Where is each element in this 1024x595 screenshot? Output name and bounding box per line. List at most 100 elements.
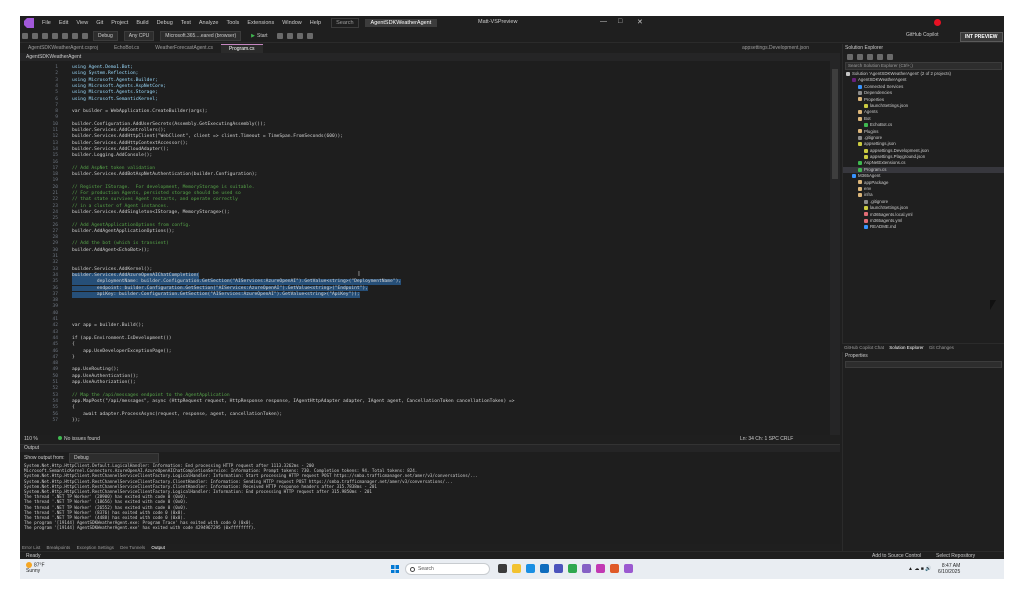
code-line[interactable]: 1 using Agent.Demo1.Bot; [20, 65, 830, 71]
code-line[interactable]: 51 app.UseAuthorization(); [20, 380, 830, 386]
menu-window[interactable]: Window [278, 20, 306, 26]
code-text[interactable]: // that state survives Agent restarts, a… [72, 197, 238, 203]
menu-project[interactable]: Project [107, 20, 132, 26]
code-line[interactable]: 9 [20, 115, 830, 121]
weather-widget[interactable]: 87°F Sunny [26, 562, 45, 574]
code-text[interactable]: }); [72, 418, 80, 424]
hot-reload-icon[interactable] [276, 33, 283, 39]
code-line[interactable]: 52 [20, 386, 830, 392]
code-line[interactable]: 3 using Microsoft.Agents.Builder; [20, 78, 830, 84]
code-text[interactable]: using Microsoft.Agents.Builder; [72, 78, 158, 84]
tab-solution-explorer[interactable]: Solution Explorer [889, 345, 923, 350]
code-line[interactable]: 21 // For production Agents, persisted st… [20, 191, 830, 197]
code-editor[interactable]: I 1 using Agent.Demo1.Bot; 2 using System.R… [20, 61, 830, 435]
code-text[interactable]: builder.Services.AddAzureOpenAIChatCompl… [72, 272, 200, 279]
collapse-all-icon[interactable] [867, 53, 873, 60]
code-line[interactable]: 35 deploymentName: builder.Configuration… [20, 279, 830, 285]
code-line[interactable]: 33 builder.Services.AddKernel(); [20, 267, 830, 273]
code-text[interactable]: } [72, 355, 75, 361]
menu-extensions[interactable]: Extensions [243, 20, 278, 26]
editor-scrollbar[interactable] [830, 61, 840, 435]
tab-git-changes[interactable]: Git Changes [929, 345, 954, 350]
code-text[interactable]: // Add AgentApplicationOptions from conf… [72, 223, 191, 229]
code-text[interactable]: builder.Services.AddSingleton<IStorage, … [72, 210, 230, 216]
bookmark-icon[interactable] [306, 33, 313, 39]
code-line[interactable]: 50 app.UseAuthentication(); [20, 374, 830, 380]
back-icon[interactable] [22, 33, 28, 39]
code-line[interactable]: 39 [20, 304, 830, 310]
tree-item[interactable]: README.md [843, 224, 1004, 230]
code-text[interactable]: using Microsoft.Agents.AspNetCore; [72, 84, 166, 90]
tab-error-list[interactable]: Error List [22, 545, 40, 550]
tab-copilot-chat[interactable]: GitHub Copilot Chat [844, 345, 884, 350]
code-line[interactable]: 25 [20, 216, 830, 222]
code-line[interactable]: 55 { [20, 405, 830, 411]
tab-csproj[interactable]: AgentSDKWeatherAgent.csproj [20, 44, 106, 53]
code-line[interactable]: 2 using System.Reflection; [20, 71, 830, 77]
menu-build[interactable]: Build [132, 20, 152, 26]
tab-weather-forecast-agent[interactable]: WeatherForecastAgent.cs [147, 44, 221, 53]
solution-search-input[interactable]: Search Solution Explorer (Ctrl+;) [845, 62, 1002, 70]
code-text[interactable]: builder.AddAgentApplicationOptions(); [72, 229, 174, 235]
code-line[interactable]: 5 using Microsoft.Agents.Storage; [20, 90, 830, 96]
code-text[interactable]: apiKey: builder.Configuration.GetSection… [72, 291, 360, 298]
tab-appsettings-development[interactable]: appsettings.Development.json [742, 45, 809, 51]
code-text[interactable]: // Add AspNet token validation [72, 166, 155, 172]
taskbar-search[interactable]: Search [405, 563, 490, 575]
cursor-position[interactable]: Ln: 34 Ch: 1 SPC CRLF [740, 435, 793, 443]
code-line[interactable]: 18 builder.Services.AddBotAspNetAuthentic… [20, 172, 830, 178]
chrome-icon[interactable] [568, 564, 577, 573]
code-line[interactable]: 12 builder.Services.AddHttpClient("WebCli… [20, 134, 830, 140]
outlook-icon[interactable] [540, 564, 549, 573]
save-icon[interactable] [52, 33, 58, 39]
code-text[interactable]: builder.Services.AddKernel(); [72, 267, 152, 273]
code-line[interactable]: 45 { [20, 342, 830, 348]
diagnostics-icon[interactable] [286, 33, 293, 39]
code-line[interactable]: 57}); [20, 418, 830, 424]
code-text[interactable]: builder.Services.AddHttpContextAccessor(… [72, 141, 188, 147]
code-text[interactable]: // in a cluster of Agent instances. [72, 204, 169, 210]
code-text[interactable]: builder.AddAgent<EchoBot>(); [72, 248, 149, 254]
menu-view[interactable]: View [72, 20, 92, 26]
configuration-dropdown[interactable]: Debug [93, 31, 118, 41]
code-line[interactable]: 20 // Register IStorage. For development,… [20, 185, 830, 191]
code-line[interactable]: 40 [20, 311, 830, 317]
code-text[interactable]: await adapter.ProcessAsync(request, resp… [72, 412, 282, 418]
code-text[interactable]: builder.Services.AddControllers(); [72, 128, 166, 134]
menu-file[interactable]: File [38, 20, 55, 26]
code-line[interactable]: 16 [20, 160, 830, 166]
windows-start-icon[interactable] [391, 565, 399, 573]
code-line[interactable]: 38 [20, 298, 830, 304]
platform-dropdown[interactable]: Any CPU [123, 31, 155, 41]
code-text[interactable]: using Microsoft.Agents.Storage; [72, 90, 158, 96]
code-line[interactable]: 4 using Microsoft.Agents.AspNetCore; [20, 84, 830, 90]
system-tray-icons[interactable]: ▲ ☁ ■ 🔊 [908, 566, 931, 572]
preview-badge[interactable]: INT PREVIEW [960, 32, 1003, 42]
home-icon[interactable] [847, 53, 853, 60]
tab-dev-tunnels[interactable]: Dev Tunnels [120, 545, 145, 550]
code-text[interactable]: using Agent.Demo1.Bot; [72, 65, 133, 71]
maximize-button[interactable]: □ [618, 18, 622, 25]
code-line[interactable]: 47} [20, 355, 830, 361]
app-icon[interactable] [596, 564, 605, 573]
sync-icon[interactable] [857, 53, 863, 60]
code-text[interactable]: builder.Configuration.AddUserSecrets(Ass… [72, 122, 266, 128]
menu-help[interactable]: Help [306, 20, 325, 26]
code-line[interactable]: 26 // Add AgentApplicationOptions from co… [20, 223, 830, 229]
code-line[interactable]: 8 var builder = WebApplication.CreateBuil… [20, 109, 830, 115]
code-text[interactable]: var app = builder.Build(); [72, 323, 144, 329]
filter-icon[interactable] [877, 53, 883, 60]
launch-profile-dropdown[interactable]: Microsoft.365....eared (browser) [160, 31, 242, 41]
code-text[interactable]: app.UseRouting(); [72, 367, 119, 373]
zoom-level[interactable]: 110 % [24, 435, 38, 443]
code-text[interactable]: using Microsoft.SemanticKernel; [72, 97, 158, 103]
code-line[interactable]: 37 apiKey: builder.Configuration.GetSect… [20, 291, 830, 298]
code-line[interactable]: 15 builder.Logging.AddConsole(); [20, 153, 830, 159]
undo-icon[interactable] [72, 33, 78, 39]
code-text[interactable]: app.UseDeveloperExceptionPage(); [72, 349, 172, 355]
code-text[interactable]: app.MapPost("/api/messages", async (Http… [72, 399, 515, 405]
code-text[interactable]: builder.Services.AddBotAspNetAuthenticat… [72, 172, 257, 178]
menu-analyze[interactable]: Analyze [195, 20, 223, 26]
forward-icon[interactable] [32, 33, 38, 39]
code-line[interactable]: 42 var app = builder.Build(); [20, 323, 830, 329]
